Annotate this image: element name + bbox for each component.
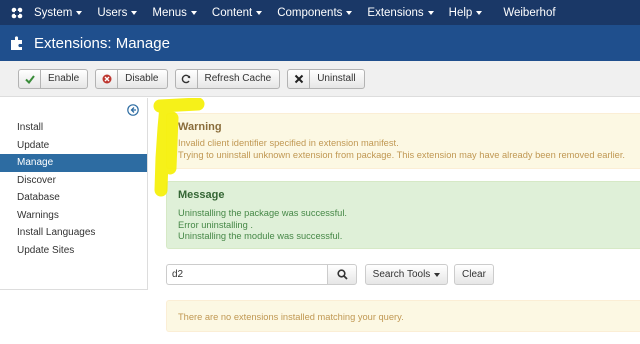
joomla-logo-icon[interactable] (0, 0, 34, 25)
menu-system[interactable]: System (34, 0, 83, 25)
refresh-icon (176, 69, 198, 88)
caret-down-icon (256, 10, 263, 15)
message-line: Uninstalling the module was successful. (178, 231, 343, 241)
caret-down-icon (346, 10, 353, 15)
sidebar-item-warnings[interactable]: Warnings (0, 207, 147, 225)
sidebar-item-update[interactable]: Update (0, 137, 147, 155)
caret-down-icon (427, 10, 434, 15)
warning-alert: Warning Invalid client identifier specif… (166, 113, 640, 169)
puzzle-piece-icon (0, 35, 34, 51)
caret-down-icon (76, 10, 83, 15)
times-icon (288, 69, 311, 88)
warning-line: Trying to uninstall unknown extension fr… (178, 149, 626, 160)
collapse-sidebar-icon[interactable] (127, 104, 139, 116)
uninstall-button[interactable]: Uninstall (287, 68, 365, 89)
warning-heading: Warning (178, 121, 222, 133)
toolbar: Enable Disable Refresh Cache Uninstall (0, 61, 640, 97)
message-line: Uninstalling the package was successful. (178, 208, 347, 218)
search-icon (336, 269, 348, 280)
site-link[interactable]: Weiberhof (503, 0, 555, 25)
caret-down-icon (434, 272, 441, 277)
sidebar-item-install-languages[interactable]: Install Languages (0, 224, 147, 242)
sidebar-item-database[interactable]: Database (0, 189, 147, 207)
warning-line: Invalid client identifier specified in e… (178, 138, 399, 148)
sidebar-item-manage[interactable]: Manage (0, 154, 147, 172)
sidebar: Install Update Manage Discover Database … (0, 98, 148, 290)
sidebar-item-install[interactable]: Install (0, 119, 147, 137)
search-tools-button[interactable]: Search Tools (365, 264, 448, 285)
menu-menus[interactable]: Menus (152, 0, 197, 25)
menu-help[interactable]: Help (449, 0, 483, 25)
clear-button[interactable]: Clear (454, 264, 494, 285)
message-heading: Message (178, 189, 225, 201)
message-alert: Message Uninstalling the package was suc… (166, 181, 640, 249)
search-input[interactable] (166, 264, 327, 285)
menu-content[interactable]: Content (212, 0, 263, 25)
sidebar-item-discover[interactable]: Discover (0, 172, 147, 190)
check-icon (19, 69, 41, 88)
refresh-cache-button[interactable]: Refresh Cache (174, 68, 281, 89)
no-results-alert: There are no extensions installed matchi… (166, 300, 640, 332)
sidebar-item-update-sites[interactable]: Update Sites (0, 242, 147, 260)
caret-down-icon (476, 10, 483, 15)
disable-circle-icon (96, 69, 119, 88)
caret-down-icon (190, 10, 197, 15)
menu-extensions[interactable]: Extensions (367, 0, 434, 25)
enable-button[interactable]: Enable (18, 68, 89, 89)
disable-button[interactable]: Disable (95, 68, 168, 89)
top-navbar: System Users Menus Content Components Ex… (0, 0, 640, 25)
search-button[interactable] (327, 264, 357, 285)
caret-down-icon (131, 10, 138, 15)
menu-components[interactable]: Components (277, 0, 353, 25)
page-title: Extensions: Manage (34, 34, 170, 52)
sidebar-list: Install Update Manage Discover Database … (0, 119, 147, 259)
menu-users[interactable]: Users (97, 0, 138, 25)
page-header: Extensions: Manage (0, 25, 640, 61)
message-line: Error uninstalling . (178, 219, 253, 230)
